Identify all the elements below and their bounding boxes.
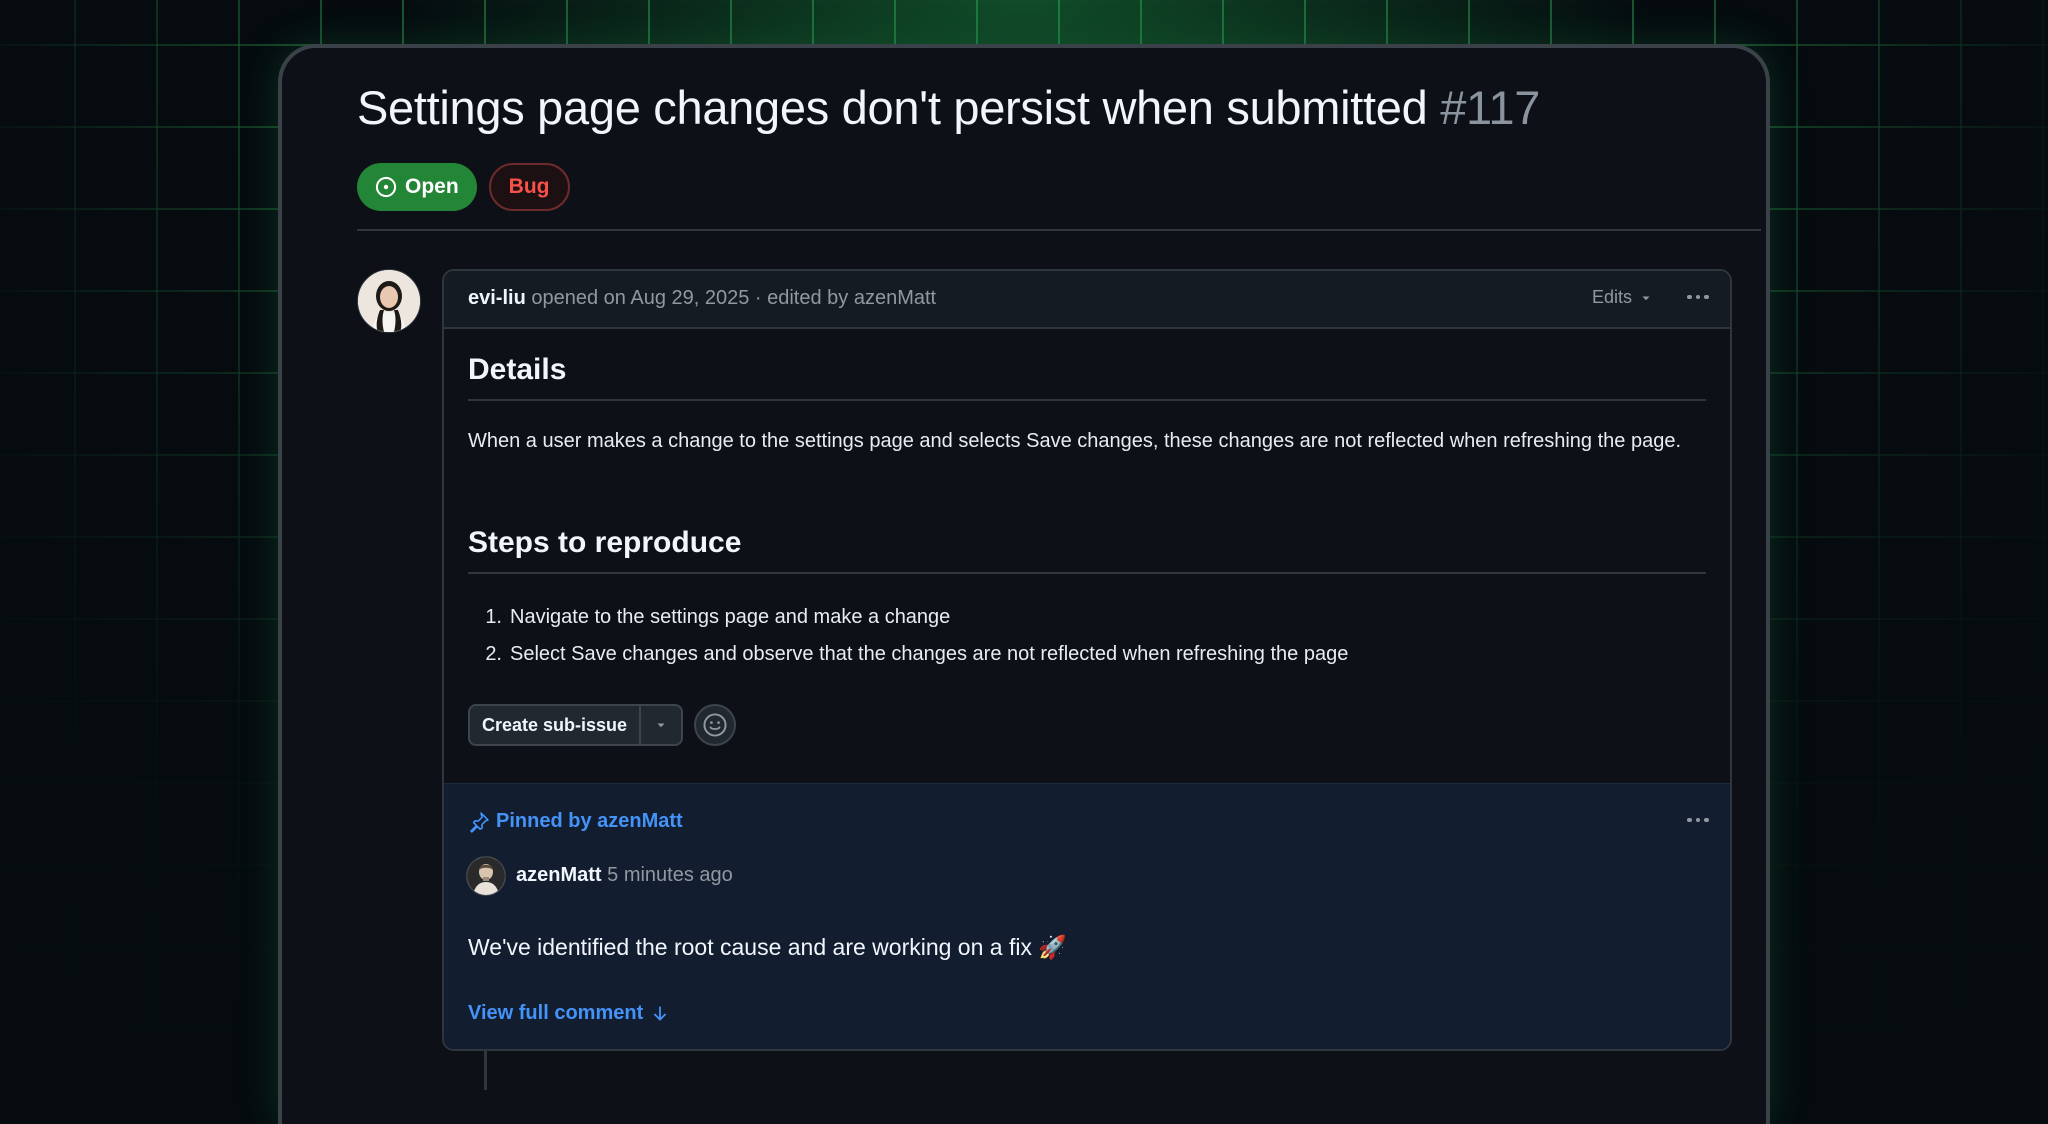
step-text: Navigate to the settings page and make a… — [510, 606, 951, 628]
author-avatar-image — [358, 270, 420, 332]
smiley-icon — [703, 713, 727, 737]
kebab-horizontal-icon[interactable] — [1682, 806, 1714, 834]
comment-meta: azenMatt 5 minutes ago — [516, 864, 733, 887]
list-item: 2. Select Save changes and observe that … — [468, 636, 1706, 673]
pinned-label[interactable]: Pinned by azenMatt — [468, 810, 683, 833]
issue-opened-icon — [375, 176, 397, 198]
status-badge-open: Open — [357, 163, 477, 211]
post-meta-text: opened on Aug 29, 2025 · edited by azenM… — [531, 287, 937, 309]
add-reaction-button[interactable] — [694, 704, 736, 746]
post-meta: evi-liu opened on Aug 29, 2025 · edited … — [468, 287, 936, 310]
view-full-comment-text: View full comment — [468, 1002, 644, 1024]
avatar[interactable] — [466, 856, 506, 896]
steps-heading: Steps to reproduce — [468, 526, 742, 559]
header-divider — [357, 229, 1761, 231]
view-full-comment-link[interactable]: View full comment — [468, 1002, 669, 1025]
list-item: 1. Navigate to the settings page and mak… — [468, 599, 1706, 636]
issue-number: #117 — [1440, 81, 1541, 134]
issue-body-card: evi-liu opened on Aug 29, 2025 · edited … — [442, 269, 1732, 1051]
edits-dropdown[interactable]: Edits — [1592, 287, 1652, 308]
avatar[interactable] — [357, 269, 421, 333]
create-subissue-button[interactable]: Create sub-issue — [470, 706, 639, 744]
step-number: 2. — [485, 643, 502, 665]
issue-title-text: Settings page changes don't persist when… — [357, 81, 1428, 134]
arrow-down-icon — [654, 1005, 667, 1021]
steps-divider — [468, 572, 1706, 574]
steps-list: 1. Navigate to the settings page and mak… — [468, 599, 1706, 673]
kebab-horizontal-icon[interactable] — [1682, 283, 1714, 311]
pin-icon — [470, 811, 489, 833]
details-text: When a user makes a change to the settin… — [468, 430, 1681, 452]
post-author-link[interactable]: evi-liu — [468, 287, 526, 309]
timeline-line — [484, 1050, 487, 1090]
label-bug-text: Bug — [508, 175, 550, 198]
triangle-down-icon — [657, 723, 665, 728]
status-label: Open — [405, 175, 459, 198]
issue-badges: Open Bug — [357, 163, 570, 211]
create-subissue-group: Create sub-issue — [468, 704, 684, 746]
step-number: 1. — [485, 606, 502, 628]
details-divider — [468, 399, 1706, 401]
triangle-down-icon — [1642, 296, 1650, 300]
details-heading: Details — [468, 353, 567, 386]
edits-label: Edits — [1591, 287, 1632, 307]
commenter-avatar-image — [467, 857, 505, 895]
pinned-comment: Pinned by azenMatt azenMatt 5 minutes ag… — [444, 783, 1730, 1049]
step-text: Select Save changes and observe that the… — [510, 643, 1349, 665]
comment-time[interactable]: 5 minutes ago — [607, 864, 733, 886]
comment-author-link[interactable]: azenMatt — [516, 864, 602, 886]
issue-title: Settings page changes don't persist when… — [357, 80, 1540, 135]
create-subissue-dropdown[interactable] — [639, 706, 681, 744]
comment-text: We've identified the root cause and are … — [468, 934, 1067, 960]
card-header: evi-liu opened on Aug 29, 2025 · edited … — [444, 271, 1730, 329]
label-bug[interactable]: Bug — [488, 163, 570, 211]
pinned-label-text: Pinned by azenMatt — [496, 810, 683, 832]
